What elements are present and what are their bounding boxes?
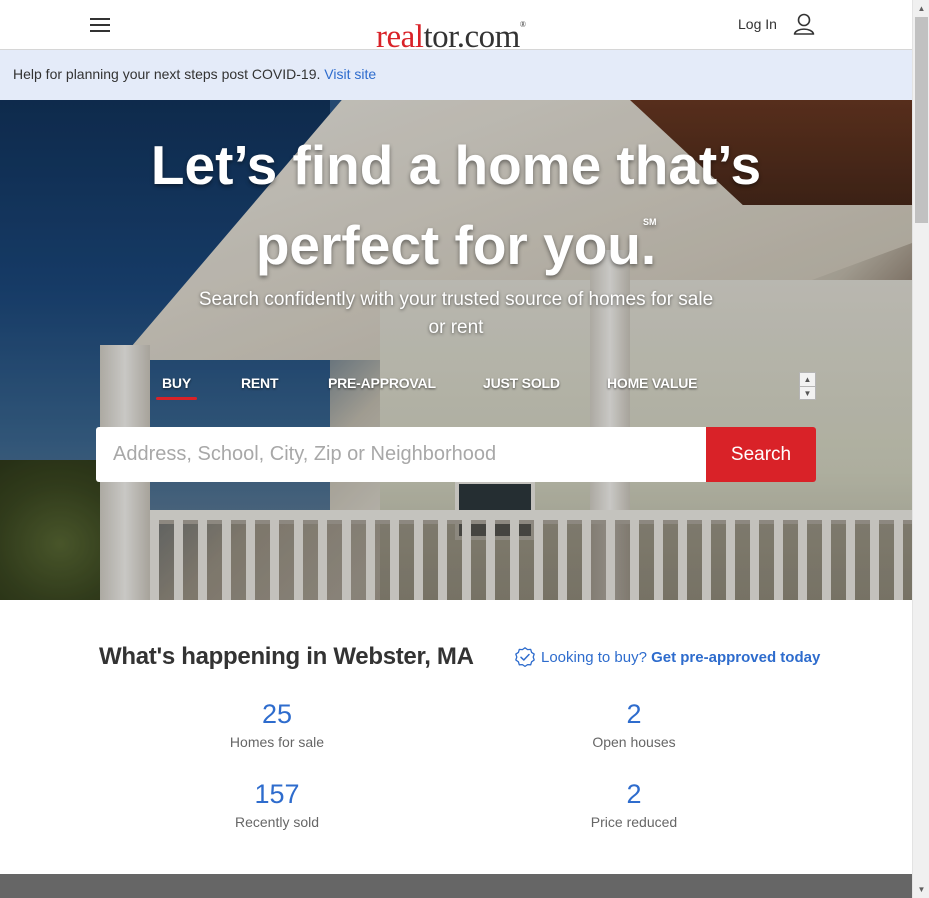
stat-homes-for-sale[interactable]: 25 Homes for sale <box>177 698 377 750</box>
stat-value: 2 <box>626 779 642 809</box>
verified-badge-icon <box>515 647 535 668</box>
stat-price-reduced[interactable]: 2 Price reduced <box>534 778 734 830</box>
hero-title-line-2: perfect for you. <box>255 214 657 276</box>
service-mark: SM <box>643 217 657 227</box>
hamburger-menu-icon[interactable] <box>90 17 110 33</box>
tab-pre-approval[interactable]: PRE-APPROVAL <box>328 375 436 391</box>
preapproval-cta[interactable]: Get pre-approved today <box>651 649 820 666</box>
covid-banner: Help for planning your next steps post C… <box>0 50 912 100</box>
preapproval-prefix: Looking to buy? <box>541 649 647 666</box>
stat-value: 157 <box>254 779 300 809</box>
tab-rent[interactable]: RENT <box>241 375 279 391</box>
triangle-up-icon[interactable]: ▲ <box>800 373 815 386</box>
site-header: realtor.com® Log In <box>0 0 912 55</box>
triangle-up-icon[interactable]: ▲ <box>913 0 929 17</box>
stat-recently-sold[interactable]: 157 Recently sold <box>177 778 377 830</box>
stat-label: Price reduced <box>590 814 678 830</box>
stat-open-houses[interactable]: 2 Open houses <box>534 698 734 750</box>
tab-buy[interactable]: BUY <box>156 375 197 400</box>
logo-registered-mark: ® <box>519 20 526 29</box>
page: realtor.com® Log In Help for planning yo… <box>0 0 912 898</box>
stat-label: Recently sold <box>234 814 320 830</box>
hero-title: Let’s find a home that’s perfect for you… <box>0 125 912 285</box>
search-button[interactable]: Search <box>706 427 816 482</box>
page-scrollbar[interactable]: ▲ ▼ <box>912 0 929 898</box>
realtor-logo[interactable]: realtor.com® <box>376 6 526 55</box>
hero-title-line-1: Let’s find a home that’s <box>150 134 762 196</box>
visit-site-link[interactable]: Visit site <box>324 66 376 82</box>
next-section-band <box>0 874 912 898</box>
market-stats-title: What's happening in Webster, MA <box>99 643 474 670</box>
triangle-down-icon[interactable]: ▼ <box>800 386 815 399</box>
login-link[interactable]: Log In <box>738 16 777 32</box>
triangle-down-icon[interactable]: ▼ <box>913 881 929 898</box>
stat-label: Homes for sale <box>229 734 325 750</box>
banner-message: Help for planning your next steps post C… <box>13 66 321 82</box>
stat-value: 25 <box>261 699 293 729</box>
tab-home-value[interactable]: HOME VALUE <box>607 375 698 391</box>
search-tabs: BUY RENT PRE-APPROVAL JUST SOLD HOME VAL… <box>0 375 912 405</box>
stat-value: 2 <box>626 699 642 729</box>
scrollbar-thumb[interactable] <box>915 17 928 223</box>
hero-subtitle: Search confidently with your trusted sou… <box>198 289 714 338</box>
stat-label: Open houses <box>592 734 676 750</box>
tabs-scroll-stepper[interactable]: ▲ ▼ <box>799 372 816 400</box>
tab-just-sold[interactable]: JUST SOLD <box>483 375 560 391</box>
user-icon[interactable] <box>793 13 815 35</box>
location-search-input[interactable] <box>96 427 706 482</box>
banner-text: Help for planning your next steps post C… <box>13 66 376 82</box>
